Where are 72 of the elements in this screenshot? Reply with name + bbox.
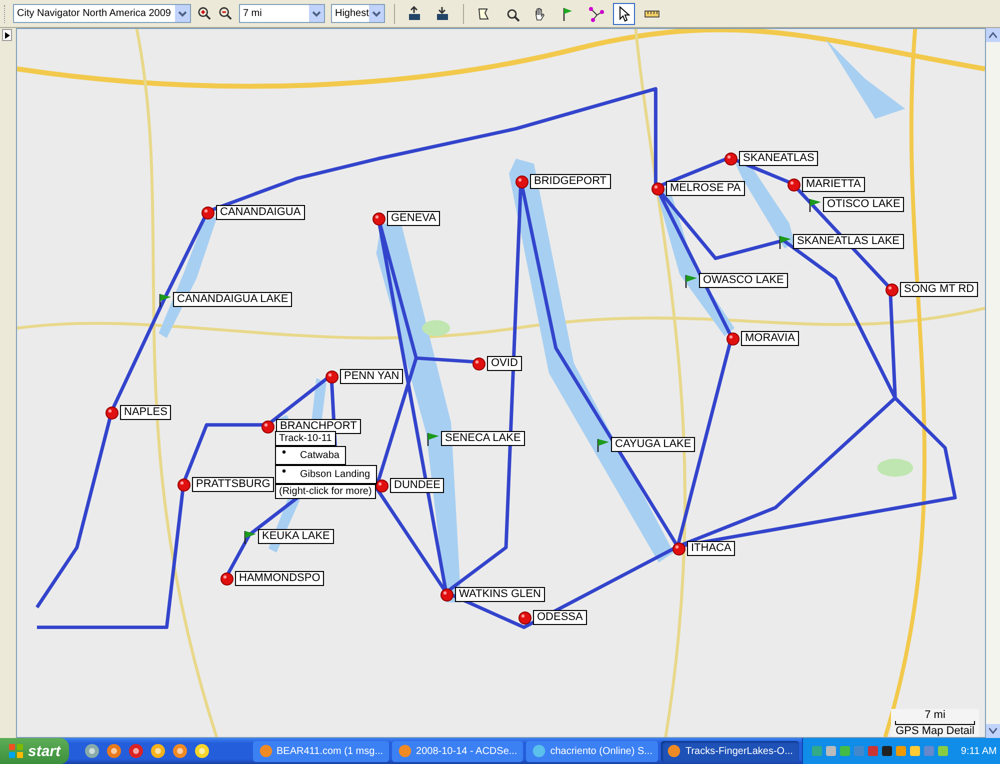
- waypoint-label[interactable]: MELROSE PA: [666, 181, 745, 196]
- waypoint-label[interactable]: KEUKA LAKE: [258, 529, 334, 544]
- waypoint-label[interactable]: SONG MT RD: [900, 282, 978, 297]
- detail-dropdown[interactable]: Highest: [330, 4, 385, 23]
- waypoint-label[interactable]: PRATTSBURG: [192, 477, 274, 492]
- quick-launch-icon[interactable]: [128, 743, 144, 759]
- app-icon: [398, 744, 412, 758]
- waypoint-label[interactable]: CANANDAIGUA: [216, 205, 305, 220]
- quick-launch-icon[interactable]: [106, 743, 122, 759]
- waypoint-label[interactable]: SENECA LAKE: [441, 431, 525, 446]
- app-icon: [258, 744, 273, 758]
- waypoint-label[interactable]: OTISCO LAKE: [823, 197, 904, 212]
- quick-launch-icon[interactable]: [172, 743, 188, 759]
- taskbar-button[interactable]: BEAR411.com (1 msg...: [252, 740, 390, 762]
- quick-launch-icon[interactable]: [194, 743, 210, 759]
- app-icon: [532, 744, 546, 758]
- route-icon: [588, 6, 604, 22]
- popup-item[interactable]: Catwaba: [275, 446, 346, 465]
- taskbar-button[interactable]: 2008-10-14 - ACDSe...: [392, 740, 524, 762]
- scale-label: 7 mi: [924, 709, 946, 721]
- app-icon: [667, 744, 682, 758]
- bullet-icon: [282, 469, 286, 473]
- waypoint-label[interactable]: OVID: [487, 356, 522, 371]
- popup-hint: (Right-click for more): [275, 484, 376, 499]
- waypoint-label[interactable]: MORAVIA: [741, 331, 799, 346]
- taskbar-button[interactable]: Tracks-FingerLakes-O...: [661, 740, 799, 762]
- caret-icon: [174, 5, 190, 22]
- waypoint-label[interactable]: NAPLES: [120, 405, 172, 420]
- waypoint-label[interactable]: SKANEATLAS: [739, 151, 818, 166]
- flag-icon[interactable]: [808, 198, 822, 212]
- waypoint-label[interactable]: BRIDGEPORT: [530, 174, 611, 189]
- bullet-icon: [282, 450, 286, 454]
- flag-icon[interactable]: [684, 274, 698, 288]
- pointer-tool-button[interactable]: [612, 2, 635, 24]
- receive-from-device-icon: [434, 6, 451, 22]
- waypoint-label[interactable]: ODESSA: [533, 610, 587, 625]
- scroll-up-icon[interactable]: [989, 32, 997, 38]
- panel-expand-button[interactable]: [2, 29, 12, 41]
- caret-icon: [368, 5, 384, 22]
- send-to-device-icon: [406, 6, 423, 22]
- scroll-down-icon[interactable]: [989, 728, 997, 734]
- zoom-level-dropdown[interactable]: 7 mi: [238, 4, 325, 23]
- waypoint-label[interactable]: PENN YAN: [340, 369, 404, 384]
- map-product-dropdown[interactable]: City Navigator North America 2009: [13, 4, 191, 23]
- waypoint-label[interactable]: GENEVA: [387, 211, 440, 226]
- flag-icon[interactable]: [426, 432, 440, 446]
- waypoint-label[interactable]: SKANEATLAS LAKE: [793, 234, 904, 249]
- caret-icon: [308, 5, 324, 22]
- flag-icon[interactable]: [778, 234, 792, 248]
- zoom-out-icon[interactable]: [218, 6, 233, 21]
- tray-icon[interactable]: [880, 745, 893, 757]
- waypoint-label[interactable]: WATKINS GLEN: [455, 587, 545, 602]
- waypoint-label[interactable]: CAYUGA LAKE: [611, 437, 696, 452]
- flag-icon[interactable]: [158, 292, 172, 306]
- waypoint-label[interactable]: DUNDEE: [390, 478, 444, 493]
- waypoint-label[interactable]: OWASCO LAKE: [699, 273, 788, 288]
- popup-item[interactable]: Gibson Landing: [275, 465, 378, 484]
- quick-launch-icon[interactable]: [84, 743, 100, 759]
- waypoint-label[interactable]: ITHACA: [687, 541, 736, 556]
- flag-icon[interactable]: [243, 530, 257, 544]
- clock: 9:11 AM: [960, 746, 997, 756]
- flag-icon[interactable]: [596, 438, 610, 452]
- taskbar-button[interactable]: chacriento (Online) S...: [526, 740, 658, 762]
- waypoint-label[interactable]: HAMMONDSPO: [235, 571, 324, 586]
- waypoint-label[interactable]: CANANDAIGUA LAKE: [173, 292, 292, 307]
- zoom-in-icon[interactable]: [196, 6, 212, 21]
- popup-title: Track-10-11: [275, 431, 336, 446]
- map-detail-label: GPS Map Detail: [896, 725, 974, 737]
- windows-logo-icon: [8, 743, 24, 759]
- triangle-icon: [4, 32, 10, 38]
- quick-launch-icon[interactable]: [150, 743, 166, 759]
- waypoint-label[interactable]: MARIETTA: [802, 177, 865, 192]
